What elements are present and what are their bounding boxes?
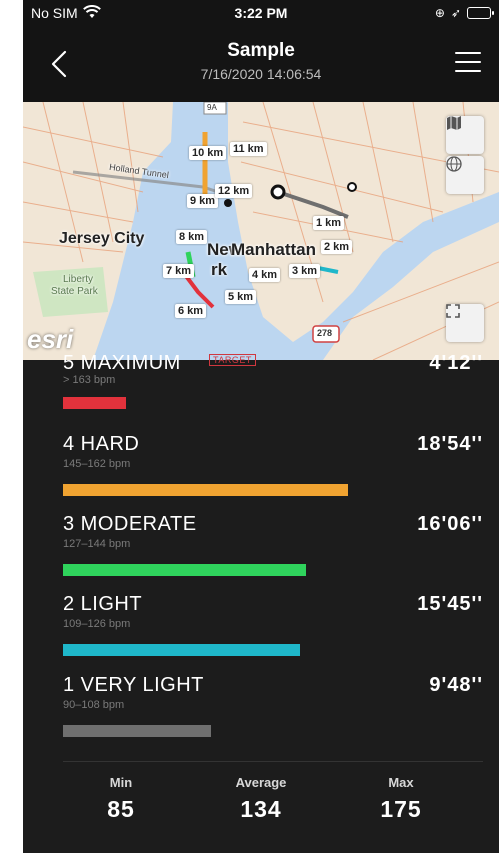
divider <box>63 761 483 762</box>
route-map[interactable]: Jersey City New rk Manhattan Liberty Sta… <box>23 102 499 360</box>
map-label-route-278: 278 <box>317 328 333 338</box>
esri-logo: esri <box>27 324 74 354</box>
map-layers-button[interactable] <box>446 116 484 154</box>
zone-bar <box>63 725 211 737</box>
zone-bar <box>63 397 126 409</box>
zone-duration: 15'45'' <box>417 593 483 615</box>
zone-name: 3 MODERATE <box>63 513 197 535</box>
km-marker: 3 km <box>289 264 321 278</box>
target-badge: TARGET <box>209 354 256 366</box>
zone-bar <box>63 484 348 496</box>
heart-rate-stats: Min 85 Average 134 Max 175 <box>23 775 499 845</box>
km-marker: 6 km <box>175 304 207 318</box>
zone-4-row[interactable]: 4 HARD 145–162 bpm 18'54'' <box>23 433 499 503</box>
stat-average: Average 134 <box>201 775 321 823</box>
stat-average-value: 134 <box>240 796 282 822</box>
km-marker: 8 km <box>176 230 208 244</box>
km-marker: 5 km <box>225 290 257 304</box>
zone-range: 145–162 bpm <box>63 458 131 470</box>
km-marker: 11 km <box>230 142 267 156</box>
map-label-york: rk <box>211 260 228 279</box>
globe-icon <box>446 156 462 172</box>
zone-3-row[interactable]: 3 MODERATE 127–144 bpm 16'06'' <box>23 513 499 583</box>
orientation-lock-icon: ⊕ <box>434 6 445 20</box>
stat-min-label: Min <box>109 775 133 790</box>
battery-icon <box>467 7 494 19</box>
zone-duration: 16'06'' <box>417 513 483 535</box>
stat-min-value: 85 <box>107 796 135 822</box>
map-layers-icon <box>447 116 461 130</box>
zone-name: 5 MAXIMUM <box>63 352 181 374</box>
zone-duration: 9'48'' <box>429 674 483 696</box>
map-label-state-park: State Park <box>51 286 98 297</box>
location-arrow-icon: ➶ <box>450 6 461 20</box>
map-label-route-9a: 9A <box>207 103 217 112</box>
zone-range: > 163 bpm <box>63 374 116 386</box>
km-marker: 10 km <box>189 146 227 160</box>
zone-bar <box>63 564 306 576</box>
zone-duration: 18'54'' <box>417 433 483 455</box>
app-screen: No SIM 3:22 PM ⊕ ➶ Sample 7/16/2020 14:0… <box>23 0 499 853</box>
status-bar: No SIM 3:22 PM ⊕ ➶ <box>23 0 499 26</box>
stat-min: Min 85 <box>61 775 181 823</box>
map-label-jersey-city: Jersey City <box>59 230 145 247</box>
zone-name: 2 LIGHT <box>63 593 143 615</box>
km-marker: 7 km <box>163 264 195 278</box>
stat-max-value: 175 <box>380 796 422 822</box>
status-time: 3:22 PM <box>234 5 288 21</box>
km-marker: 9 km <box>187 194 219 208</box>
navigation-bar: Sample 7/16/2020 14:06:54 <box>23 26 499 102</box>
fullscreen-button[interactable] <box>446 304 484 342</box>
zone-range: 90–108 bpm <box>63 699 125 711</box>
status-right-icons: ⊕ ➶ <box>434 6 494 20</box>
hamburger-menu-icon[interactable] <box>455 52 481 74</box>
stat-max: Max 175 <box>341 775 461 823</box>
km-marker: 2 km <box>321 240 353 254</box>
page-title: Sample <box>227 40 295 61</box>
km-marker: 12 km <box>215 184 253 198</box>
zone-name: 4 HARD <box>63 433 140 455</box>
zone-range: 127–144 bpm <box>63 538 131 550</box>
zone-bar <box>63 644 300 656</box>
map-label-liberty: Liberty <box>63 274 94 285</box>
zone-2-row[interactable]: 2 LIGHT 109–126 bpm 15'45'' <box>23 593 499 663</box>
fullscreen-icon <box>446 304 460 318</box>
page-subtitle: 7/16/2020 14:06:54 <box>200 66 322 82</box>
zone-5-row[interactable]: 5 MAXIMUM TARGET > 163 bpm 4'12'' <box>23 352 499 422</box>
stat-max-label: Max <box>388 775 414 790</box>
zone-range: 109–126 bpm <box>63 618 131 630</box>
km-marker: 4 km <box>249 268 281 282</box>
heart-rate-zones: 5 MAXIMUM TARGET > 163 bpm 4'12'' 4 HARD… <box>23 352 499 760</box>
zone-1-row[interactable]: 1 VERY LIGHT 90–108 bpm 9'48'' <box>23 674 499 744</box>
globe-button[interactable] <box>446 156 484 194</box>
map-label-manhattan: Manhattan <box>231 240 316 259</box>
stat-average-label: Average <box>235 775 287 790</box>
zone-duration: 4'12'' <box>429 352 483 374</box>
km-marker: 1 km <box>313 216 345 230</box>
zone-name: 1 VERY LIGHT <box>63 674 204 696</box>
